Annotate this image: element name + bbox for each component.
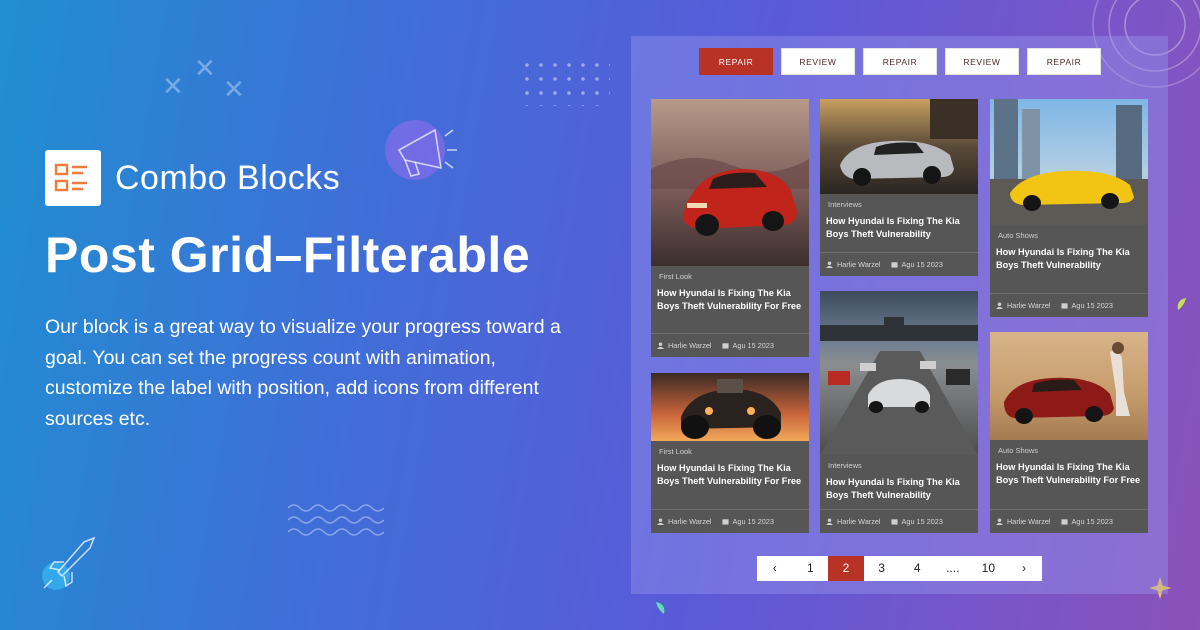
brand-name: Combo Blocks [115, 158, 341, 197]
post-date: Agu 15 2023 [732, 517, 774, 526]
post-image-race-track[interactable] [820, 291, 978, 455]
post-grid-panel: REPAIR REVIEW REPAIR REVIEW REPAIR First… [631, 36, 1168, 594]
post-meta: Harlie Warzel Agu 15 2023 [990, 509, 1148, 533]
post-author: Harlie Warzel [668, 517, 712, 526]
post-category: Auto Shows [998, 446, 1039, 455]
calendar-icon [1060, 303, 1068, 309]
x-decoration-icon: ✕ [223, 75, 245, 105]
post-title[interactable]: How Hyundai Is Fixing The Kia Boys Theft… [651, 456, 809, 488]
post-meta: Harlie Warzel Agu 15 2023 [820, 509, 978, 533]
post-category: First Look [659, 447, 692, 456]
post-card[interactable]: First Look How Hyundai Is Fixing The Kia… [651, 373, 809, 533]
post-category: Interviews [828, 461, 862, 470]
wave-lines-decoration [288, 504, 384, 536]
user-icon [657, 518, 664, 525]
post-card[interactable]: Interviews How Hyundai Is Fixing The Kia… [820, 291, 978, 533]
filter-button-repair[interactable]: REPAIR [699, 48, 773, 75]
post-card[interactable]: Interviews How Hyundai Is Fixing The Kia… [820, 99, 978, 276]
user-icon [657, 342, 664, 349]
post-meta: Harlie Warzel Agu 15 2023 [651, 509, 809, 533]
post-title[interactable]: How Hyundai Is Fixing The Kia Boys Theft… [820, 209, 978, 241]
post-author: Harlie Warzel [1007, 517, 1051, 526]
megaphone-icon [385, 120, 457, 180]
post-category: Interviews [828, 200, 862, 209]
filter-button-review[interactable]: REVIEW [945, 48, 1019, 75]
calendar-icon [721, 519, 729, 525]
post-date: Agu 15 2023 [732, 341, 774, 350]
page-button-10[interactable]: 10 [971, 556, 1007, 581]
user-icon [826, 518, 833, 525]
post-date: Agu 15 2023 [901, 517, 943, 526]
page-button-1[interactable]: 1 [793, 556, 829, 581]
calendar-icon [1060, 519, 1068, 525]
post-author: Harlie Warzel [837, 260, 881, 269]
post-meta: Harlie Warzel Agu 15 2023 [820, 252, 978, 276]
post-date: Agu 15 2023 [1071, 517, 1113, 526]
post-category: First Look [659, 272, 692, 281]
post-author: Harlie Warzel [668, 341, 712, 350]
page-button-2[interactable]: 2 [828, 556, 864, 581]
leaf-decoration [1177, 298, 1186, 310]
calendar-icon [890, 262, 898, 268]
post-card[interactable]: Auto Shows How Hyundai Is Fixing The Kia… [990, 99, 1148, 317]
post-title[interactable]: How Hyundai Is Fixing The Kia Boys Theft… [990, 455, 1148, 487]
page-ellipsis: .... [946, 561, 960, 575]
post-title[interactable]: How Hyundai Is Fixing The Kia Boys Theft… [990, 240, 1148, 272]
post-image-hot-rod[interactable] [651, 373, 809, 441]
post-title[interactable]: How Hyundai Is Fixing The Kia Boys Theft… [820, 470, 978, 502]
post-meta: Harlie Warzel Agu 15 2023 [990, 293, 1148, 317]
prev-page-button[interactable]: ‹ [757, 556, 793, 581]
calendar-icon [890, 519, 898, 525]
post-meta: Harlie Warzel Agu 15 2023 [651, 333, 809, 357]
x-decoration-icon: ✕ [162, 72, 184, 102]
post-date: Agu 15 2023 [901, 260, 943, 269]
page-title: Post Grid–Filterable [45, 227, 531, 283]
rocket-icon [42, 536, 96, 590]
brand: Combo Blocks [45, 150, 340, 206]
post-card[interactable]: Auto Shows How Hyundai Is Fixing The Kia… [990, 332, 1148, 533]
next-page-button[interactable]: › [1006, 556, 1042, 581]
page-button-3[interactable]: 3 [864, 556, 900, 581]
post-image-yellow-convertible[interactable] [990, 99, 1148, 225]
post-author: Harlie Warzel [837, 517, 881, 526]
post-image-silver-roadster[interactable] [820, 99, 978, 194]
post-image-red-corvette[interactable] [990, 332, 1148, 440]
user-icon [996, 302, 1003, 309]
pagination: ‹ 1 2 3 4 .... 10 › [757, 556, 1042, 581]
user-icon [996, 518, 1003, 525]
filter-button-review[interactable]: REVIEW [781, 48, 855, 75]
page-button-4[interactable]: 4 [899, 556, 935, 581]
filter-button-repair[interactable]: REPAIR [1027, 48, 1101, 75]
post-image-red-bmw[interactable] [651, 99, 809, 266]
user-icon [826, 261, 833, 268]
filter-bar: REPAIR REVIEW REPAIR REVIEW REPAIR [699, 48, 1101, 75]
filter-button-repair[interactable]: REPAIR [863, 48, 937, 75]
x-decoration-icon: ✕ [194, 54, 216, 84]
post-title[interactable]: How Hyundai Is Fixing The Kia Boys Theft… [651, 281, 809, 313]
combo-blocks-logo-icon [45, 150, 101, 206]
leaf-decoration [656, 602, 665, 614]
post-card[interactable]: First Look How Hyundai Is Fixing The Kia… [651, 99, 809, 357]
post-author: Harlie Warzel [1007, 301, 1051, 310]
hero-description: Our block is a great way to visualize yo… [45, 316, 561, 430]
post-date: Agu 15 2023 [1071, 301, 1113, 310]
post-category: Auto Shows [998, 231, 1039, 240]
calendar-icon [721, 343, 729, 349]
dot-grid-decoration [520, 58, 610, 106]
